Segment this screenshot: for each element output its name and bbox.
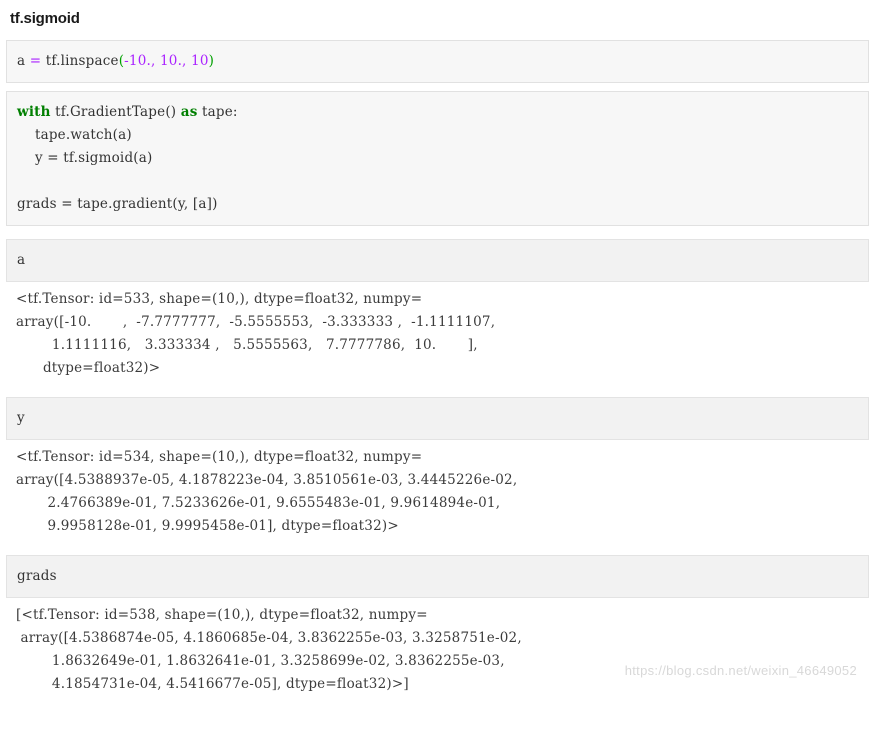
code-block-gradienttape: with tf.GradientTape() as tape: tape.wat… <box>17 101 868 216</box>
code-token-var-y-label: y <box>17 410 25 426</box>
output-a: <tf.Tensor: id=533, shape=(10,), dtype=f… <box>6 282 869 384</box>
output-y: <tf.Tensor: id=534, shape=(10,), dtype=f… <box>6 440 869 542</box>
code-token-as: as <box>180 104 198 120</box>
output-y-text: <tf.Tensor: id=534, shape=(10,), dtype=f… <box>16 449 518 534</box>
code-cell-linspace[interactable]: a = tf.linspace(-10., 10., 10) <box>6 40 869 83</box>
code-cell-label-y[interactable]: y <box>6 397 869 440</box>
code-token-with: with <box>17 104 51 120</box>
code-cell-gradienttape[interactable]: with tf.GradientTape() as tape: tape.wat… <box>6 91 869 226</box>
code-token-paren-close: ) <box>208 53 215 69</box>
code-token-var-grads-label: grads <box>17 568 57 584</box>
code-line-sigmoid: y = tf.sigmoid(a) <box>17 150 153 166</box>
output-a-text: <tf.Tensor: id=533, shape=(10,), dtype=f… <box>16 291 496 376</box>
code-token-assign: = <box>29 53 42 69</box>
code-token-var-a-label: a <box>17 252 26 268</box>
notebook-page: tf.sigmoid a = tf.linspace(-10., 10., 10… <box>0 0 869 700</box>
output-grads: [<tf.Tensor: id=538, shape=(10,), dtype=… <box>6 598 869 700</box>
code-line-linspace: a = tf.linspace(-10., 10., 10) <box>17 50 868 73</box>
code-token-fn-linspace: tf.linspace <box>45 53 119 69</box>
code-token-gradienttape: tf.GradientTape() <box>55 104 177 120</box>
code-token-args: -10., 10., 10 <box>124 53 209 69</box>
code-cell-label-a[interactable]: a <box>6 239 869 282</box>
code-cell-label-grads[interactable]: grads <box>6 555 869 598</box>
output-grads-text: [<tf.Tensor: id=538, shape=(10,), dtype=… <box>16 607 522 692</box>
code-line-watch: tape.watch(a) <box>17 127 132 143</box>
code-token-var-a: a <box>17 53 26 69</box>
code-token-tape-name: tape: <box>202 104 238 120</box>
code-line-gradient: grads = tape.gradient(y, [a]) <box>17 196 218 212</box>
page-title: tf.sigmoid <box>10 10 80 27</box>
